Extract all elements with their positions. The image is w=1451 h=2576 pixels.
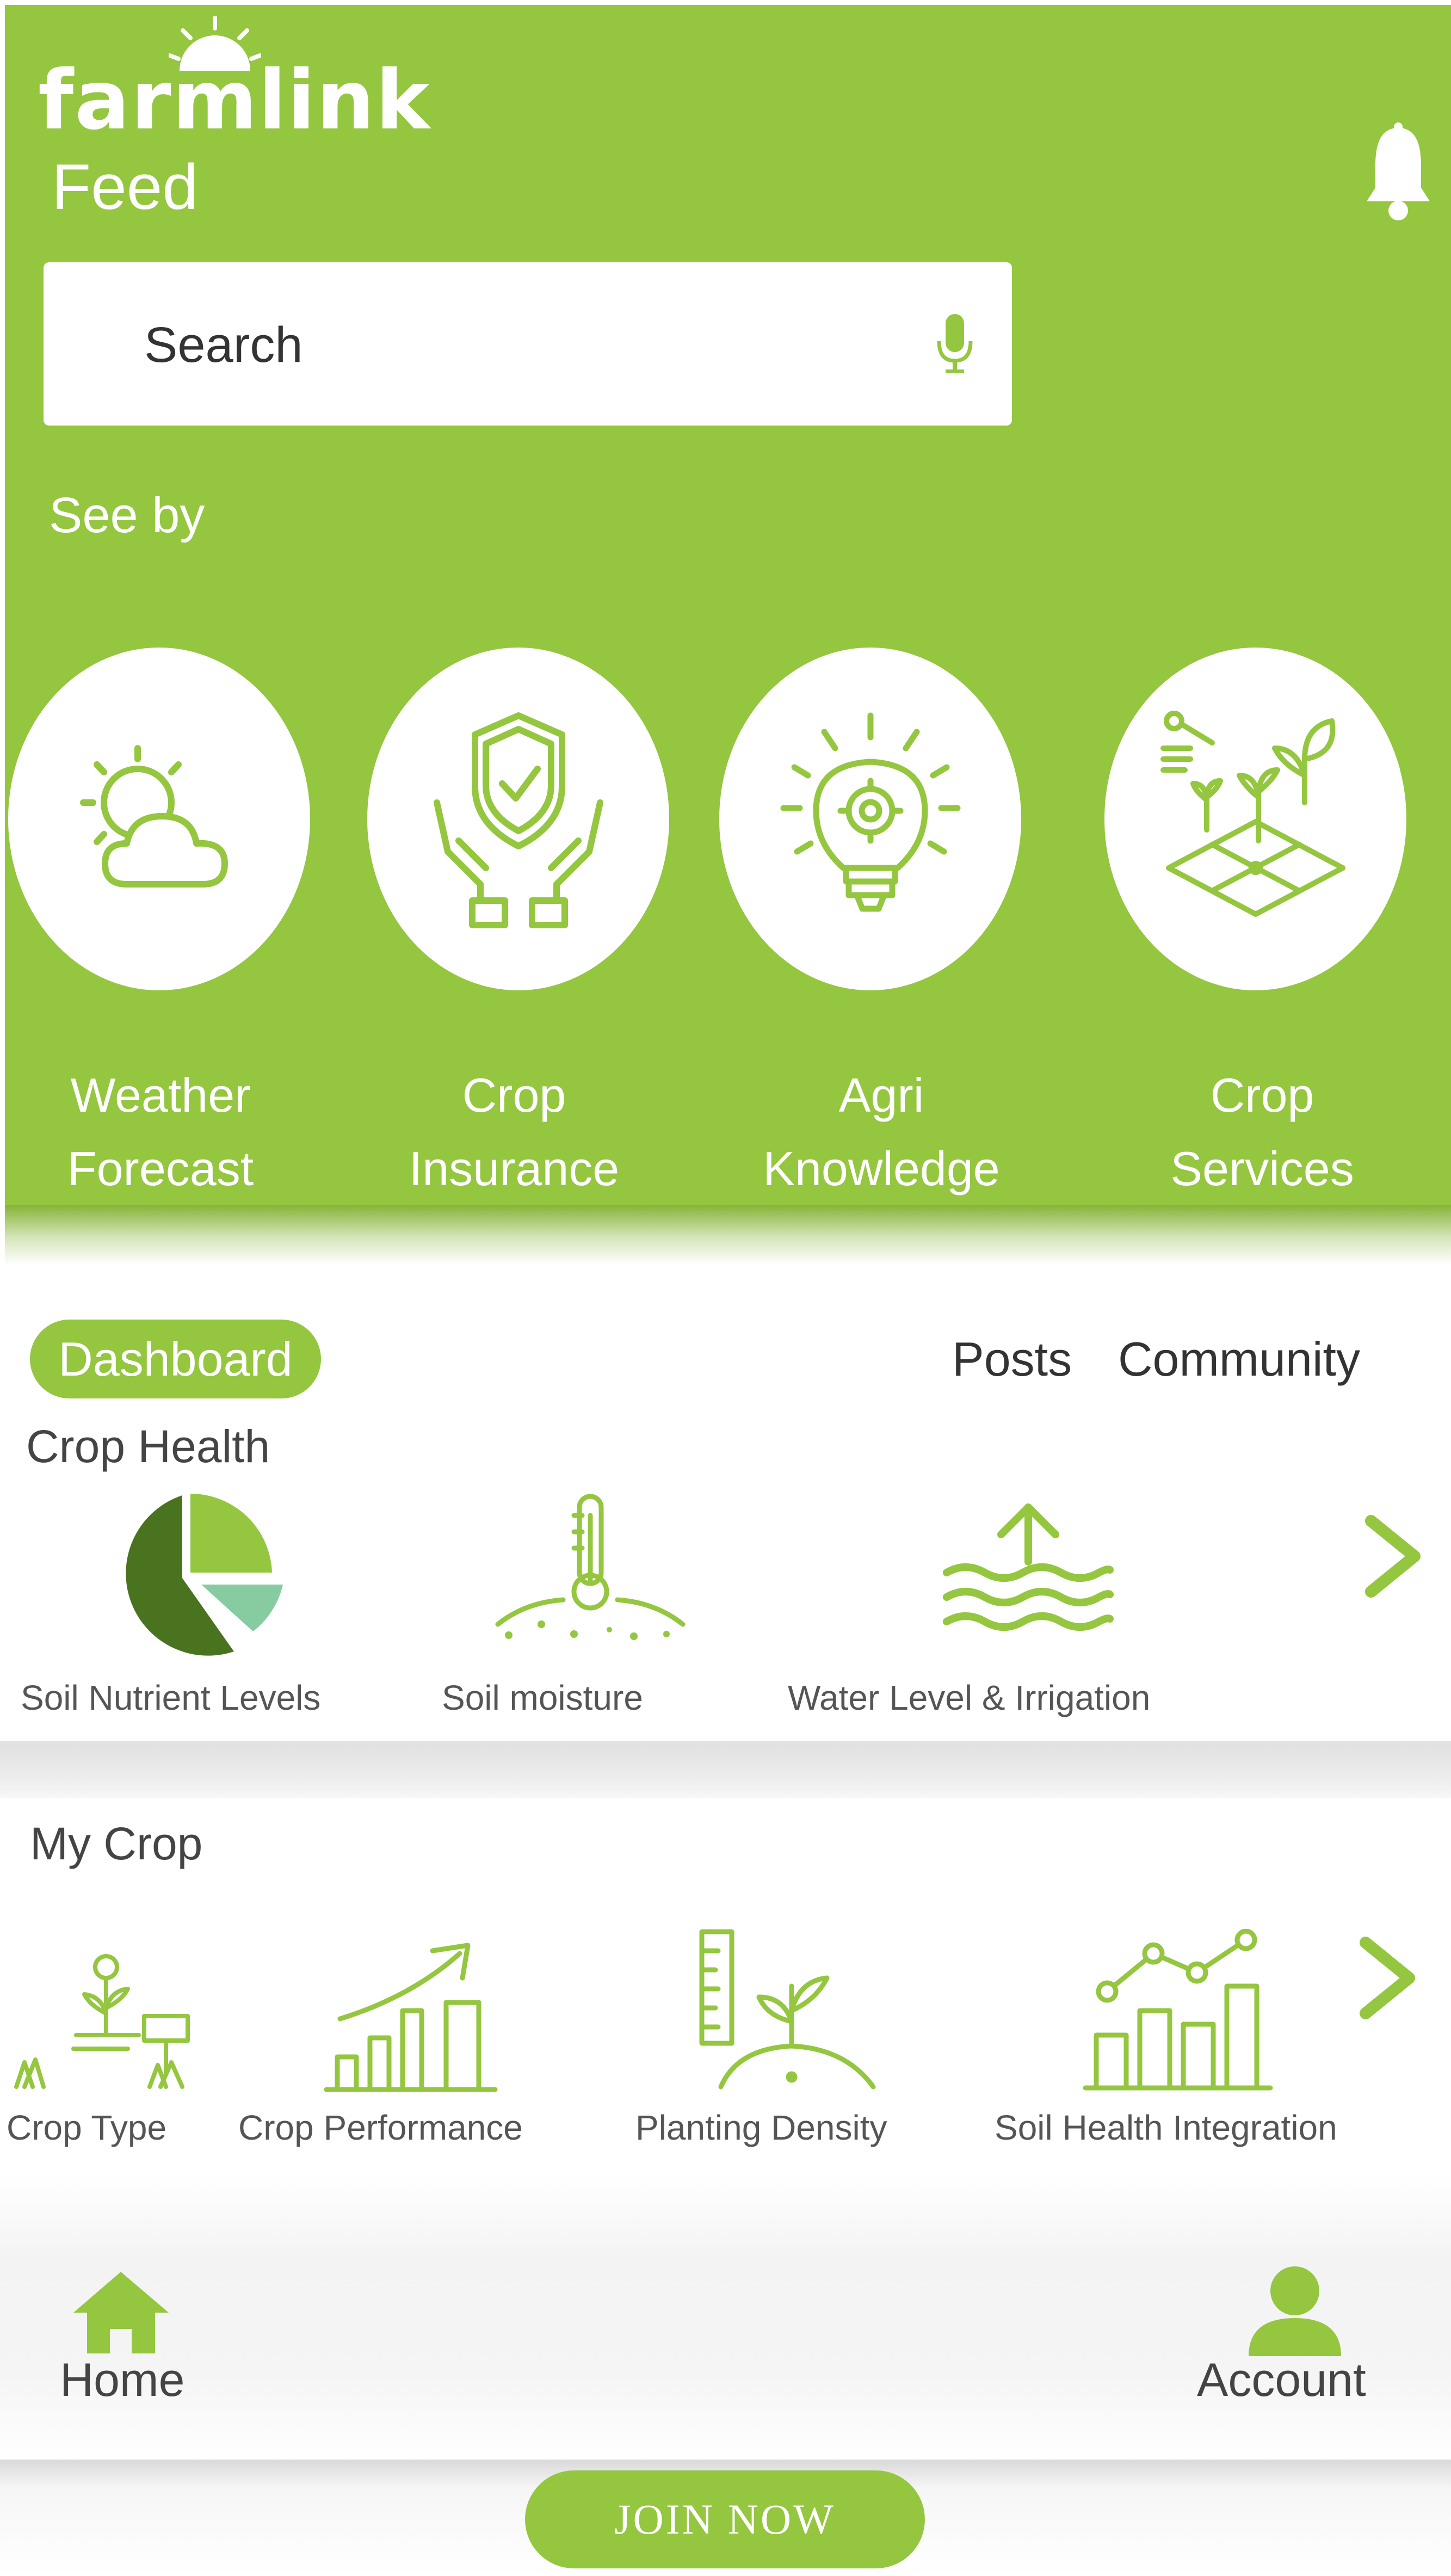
search-placeholder: Search (144, 317, 303, 373)
home-icon (73, 2272, 169, 2353)
crop-insurance-label: Crop Insurance (409, 1068, 620, 1195)
tab-dashboard[interactable]: Dashboard (30, 1320, 321, 1398)
tab-community[interactable]: Community (1118, 1320, 1360, 1398)
mic-icon[interactable] (936, 314, 974, 374)
lightbulb-gear-icon (780, 712, 960, 912)
crop-services-label: Crop Services (1170, 1068, 1354, 1195)
search-input[interactable]: Search (44, 262, 1012, 426)
logo-text: farmlink (38, 53, 431, 148)
weather-forecast-label: Weather Forecast (67, 1068, 254, 1195)
tile-label: Crop Type (7, 2108, 167, 2147)
agri-knowledge-button[interactable] (719, 648, 1021, 990)
plants-icon (14, 1954, 190, 2089)
tile-label: Planting Density (635, 2108, 887, 2147)
chevron-right-icon[interactable] (1355, 1934, 1425, 2022)
farmlink-logo: farmlink (38, 16, 430, 141)
my-crop-title: My Crop (30, 1818, 203, 1869)
page-title: Feed (52, 151, 198, 223)
farm-plot-icon (1160, 711, 1345, 917)
tile-label: Soil moisture (442, 1678, 643, 1717)
join-now-button[interactable]: JOIN NOW (525, 2470, 925, 2568)
chevron-right-icon[interactable] (1360, 1513, 1431, 1600)
ruler-sprout-icon (699, 1929, 876, 2090)
nav-account-label: Account (1197, 2354, 1366, 2406)
bell-icon[interactable] (1366, 122, 1431, 223)
bottom-nav (0, 2174, 1451, 2462)
tab-posts[interactable]: Posts (952, 1320, 1072, 1398)
tab-bar: Dashboard Posts Community (0, 1311, 1451, 1409)
section-divider (0, 1741, 1451, 1798)
weather-icon (79, 745, 228, 888)
tile-label: Water Level & Irrigation (788, 1678, 1151, 1717)
nav-home-label: Home (60, 2354, 185, 2406)
weather-forecast-button[interactable] (8, 648, 310, 990)
crop-health-title: Crop Health (26, 1421, 270, 1472)
growth-chart-icon (324, 1943, 498, 2092)
tile-label: Soil Health Integration (995, 2108, 1337, 2147)
soil-thermometer-icon (495, 1494, 686, 1640)
bar-line-chart-icon (1083, 1929, 1273, 2091)
account-icon (1249, 2266, 1341, 2356)
crop-services-button[interactable] (1104, 648, 1406, 990)
crop-insurance-button[interactable] (367, 648, 669, 990)
tile-label: Soil Nutrient Levels (21, 1678, 321, 1717)
tile-label: Crop Performance (238, 2108, 523, 2147)
shield-hands-icon (433, 712, 603, 928)
header-shadow (5, 1205, 1451, 1265)
water-level-icon (943, 1503, 1114, 1631)
see-by-label: See by (49, 488, 205, 543)
agri-knowledge-label: Agri Knowledge (763, 1068, 1000, 1195)
pie-chart-icon (126, 1494, 283, 1656)
